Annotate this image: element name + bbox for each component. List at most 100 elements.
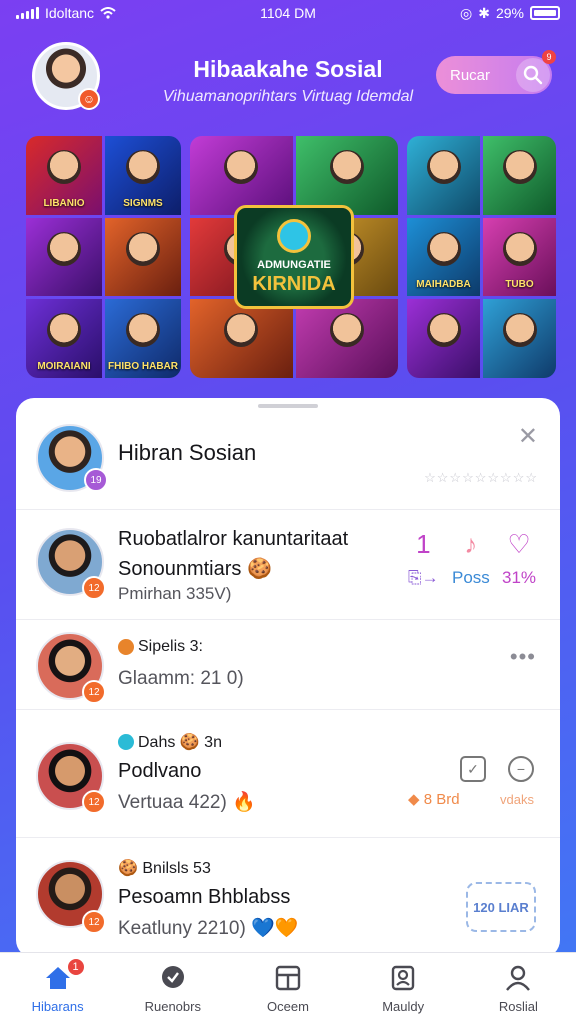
person-image <box>426 150 461 184</box>
stat-column[interactable]: 1 ⎘→ <box>408 530 439 588</box>
emblem-icon <box>277 218 311 253</box>
stat-label: Poss <box>452 568 490 587</box>
banner-tile <box>295 136 398 215</box>
battery-icon <box>530 6 560 20</box>
sticker-image: 120 LIAR <box>466 882 536 932</box>
banner-tile: MAIHADBA <box>407 217 480 297</box>
header-item-name: Hibran Sosian <box>118 440 257 465</box>
item-tag-text: Dahs 🍪 3n <box>138 734 222 751</box>
banner-card-right[interactable]: MAIHADBA TUBO <box>407 136 556 378</box>
item-meta: Glaamm: 21 0) <box>118 668 244 689</box>
checkbox-icon[interactable]: ✓ <box>460 756 486 782</box>
side-stat-2: vdaks <box>500 792 534 807</box>
banner-carousel: LIBANIO SIGNMS MOIRAIANI FHIBO HABAR ADM… <box>26 136 556 380</box>
person-image <box>426 313 461 348</box>
minus-circle-icon[interactable]: − <box>508 756 534 782</box>
tab-feed[interactable]: Oceem <box>238 963 338 1014</box>
tile-label: TUBO <box>505 279 534 291</box>
sheet-header-row[interactable]: 19 Hibran Sosian ✕ ☆☆☆☆☆☆☆☆☆ <box>16 398 560 510</box>
more-icon[interactable]: ••• <box>510 644 536 670</box>
tile-label: FHIBO HABAR <box>108 360 178 372</box>
banner-tile <box>407 299 480 378</box>
item-meta: Keatluny 2210) 💙🧡 <box>118 918 299 939</box>
tab-badge: 1 <box>65 957 86 977</box>
person-image <box>224 313 259 348</box>
signal-icon <box>16 7 39 19</box>
status-bar: Idoltanc 1104 DM ◎ ✱ 29% <box>0 0 576 26</box>
featured-badge-top: ADMUNGATIE <box>257 258 331 271</box>
side-stat-label: 8 Brd <box>423 791 460 808</box>
person-image <box>502 150 537 184</box>
banner-tile <box>190 136 293 215</box>
person-image <box>126 313 160 348</box>
tag-icon <box>118 734 134 750</box>
tag-icon <box>118 639 134 655</box>
status-left: Idoltanc <box>16 5 116 21</box>
tab-profile[interactable]: Roslial <box>468 963 568 1014</box>
banner-tile <box>26 217 102 297</box>
person-image <box>47 313 81 348</box>
stat-label: ⎘→ <box>408 568 439 587</box>
banner-tile: LIBANIO <box>26 136 102 215</box>
person-image <box>502 231 537 266</box>
list-item[interactable]: 12 Ruobatlalror kanuntaritaat Sonounmtia… <box>16 510 560 620</box>
banner-tile <box>105 217 181 297</box>
chat-bubble-icon <box>158 963 188 993</box>
count-icon: 1 <box>416 529 431 559</box>
status-right: ◎ ✱ 29% <box>460 5 560 22</box>
banner-tile <box>483 299 556 378</box>
bottom-sheet: 19 Hibran Sosian ✕ ☆☆☆☆☆☆☆☆☆ 12 Ruobatla… <box>16 398 560 958</box>
bluetooth-icon: ✱ <box>478 4 490 21</box>
banner-tile <box>295 299 398 378</box>
heart-icon: ♡ <box>507 529 531 559</box>
close-icon[interactable]: ✕ <box>518 422 538 451</box>
carrier-name: Idoltanc <box>45 5 95 21</box>
tab-contacts[interactable]: Mauldy <box>353 963 453 1014</box>
banner-tile <box>190 299 293 378</box>
banner-tile: MOIRAIANI <box>26 299 102 378</box>
tab-label: Oceem <box>267 999 309 1014</box>
tab-label: Roslial <box>498 999 538 1014</box>
tile-label: MOIRAIANI <box>37 360 91 372</box>
banner-tile: FHIBO HABAR <box>105 299 181 378</box>
list-item[interactable]: 12 Dahs 🍪 3n Podlvano Vertuaa 422) 🔥 ✓ −… <box>16 710 560 838</box>
featured-badge-title: KIRNIDA <box>252 272 336 295</box>
person-image <box>502 313 537 348</box>
featured-badge: ADMUNGATIE KIRNIDA <box>234 205 354 309</box>
avatar-badge: 12 <box>82 910 106 934</box>
banner-card-left[interactable]: LIBANIO SIGNMS MOIRAIANI FHIBO HABAR <box>26 136 181 378</box>
person-image <box>126 231 160 266</box>
tab-messages[interactable]: Ruenobrs <box>123 963 223 1014</box>
list-item[interactable]: 12 🍪 Bnilsls 53 Pesoamn Bhblabss Keatlun… <box>16 838 560 958</box>
tile-label: LIBANIO <box>43 197 85 209</box>
search-pill[interactable]: Rucar 9 <box>436 50 556 94</box>
bottom-tab-bar: Hibarans 1 Ruenobrs Oceem Mauldy Roslial <box>0 952 576 1024</box>
banner-tile <box>407 136 480 215</box>
person-image <box>126 150 160 184</box>
music-action[interactable]: ♪ Poss <box>452 530 490 588</box>
tile-label: SIGNMS <box>123 197 163 209</box>
like-action[interactable]: ♡ 31% <box>502 530 536 588</box>
banner-card-center[interactable]: ADMUNGATIE KIRNIDA <box>190 136 398 378</box>
tile-label: MAIHADBA <box>416 279 471 291</box>
banner-tile <box>483 136 556 215</box>
avatar-badge: 12 <box>82 790 106 814</box>
item-subtitle: Sonounmtiars 🍪 <box>118 558 272 580</box>
side-stat: ◆ 8 Brd <box>408 790 460 808</box>
person-image <box>224 150 259 184</box>
battery-percent: 29% <box>495 5 524 21</box>
banner-tile: SIGNMS <box>105 136 181 215</box>
person-image <box>426 231 461 266</box>
person-image <box>329 150 364 184</box>
person-image <box>47 150 81 184</box>
rating-stars: ☆☆☆☆☆☆☆☆☆ <box>424 470 538 485</box>
search-label: Rucar <box>450 66 491 84</box>
item-tag: Sipelis 3: <box>118 638 203 656</box>
avatar-badge: 12 <box>82 680 106 704</box>
tab-label: Ruenobrs <box>144 999 201 1014</box>
stat-label: 31% <box>502 568 537 587</box>
user-icon <box>503 963 533 993</box>
list-item[interactable]: 12 Sipelis 3: Glaamm: 21 0) ••• <box>16 620 560 710</box>
avatar-badge: 12 <box>82 576 106 600</box>
tab-home[interactable]: Hibarans 1 <box>8 957 108 1014</box>
